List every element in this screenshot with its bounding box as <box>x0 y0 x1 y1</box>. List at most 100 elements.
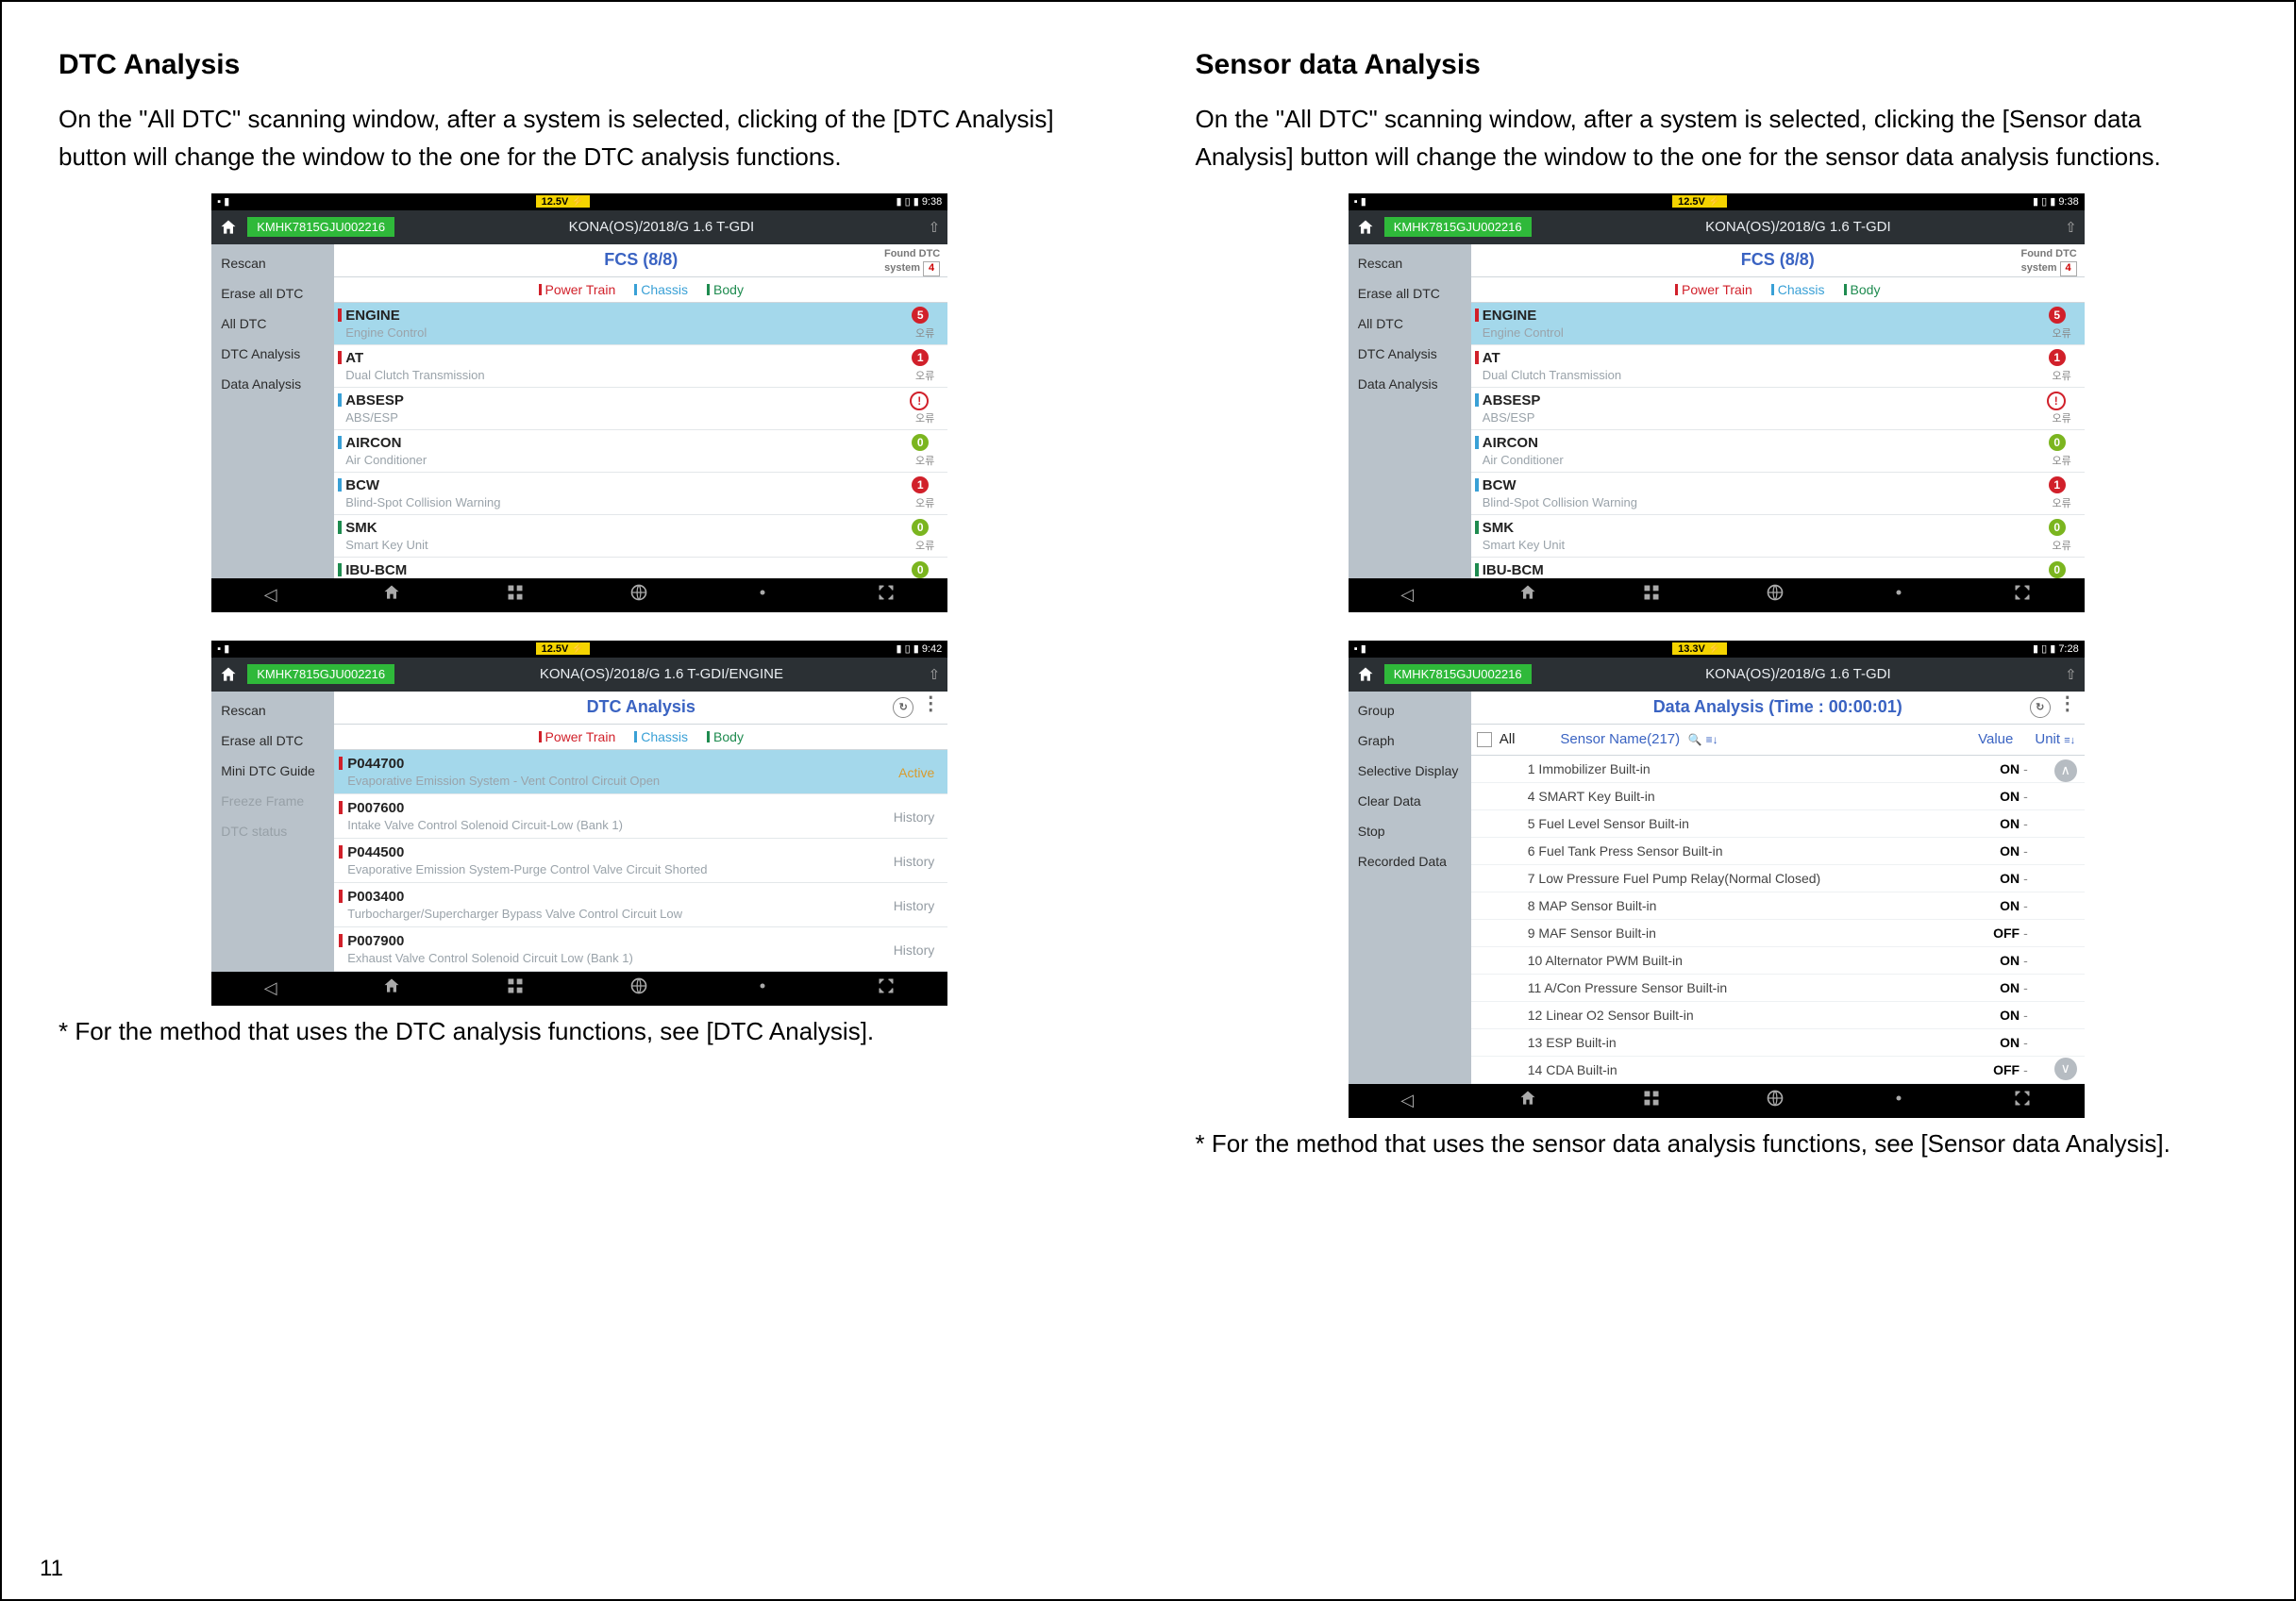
sidebar-item-erase-all-dtc[interactable]: Erase all DTC <box>211 278 334 309</box>
system-row-engine[interactable]: ENGINE Engine Control 5 오류 <box>334 303 947 345</box>
data-row[interactable]: 13 ESP Built-in ON- <box>1471 1029 2085 1057</box>
sidebar-item-selective-display[interactable]: Selective Display <box>1349 756 1471 786</box>
home-icon[interactable] <box>1518 1089 1537 1112</box>
home-icon[interactable] <box>1518 583 1537 607</box>
dtc-row-P007600[interactable]: P007600 Intake Valve Control Solenoid Ci… <box>334 794 947 839</box>
sidebar-item-stop[interactable]: Stop <box>1349 816 1471 846</box>
refresh-icon[interactable]: ↻ <box>893 697 913 718</box>
settings-icon[interactable] <box>1889 1089 1908 1112</box>
data-row[interactable]: 5 Fuel Level Sensor Built-in ON- <box>1471 810 2085 838</box>
expand-icon[interactable] <box>877 583 896 607</box>
settings-icon[interactable] <box>753 976 772 1000</box>
more-icon[interactable]: ⋮ <box>2058 697 2077 718</box>
system-row-at[interactable]: AT Dual Clutch Transmission 1 오류 <box>334 345 947 388</box>
sidebar-item-data-analysis[interactable]: Data Analysis <box>1349 369 1471 399</box>
pill-body[interactable]: Body <box>1844 282 1881 297</box>
more-icon[interactable]: ⋮ <box>921 697 940 718</box>
sidebar-item-rescan[interactable]: Rescan <box>211 695 334 725</box>
sidebar-item-erase-all-dtc[interactable]: Erase all DTC <box>1349 278 1471 309</box>
sidebar-item-dtc-analysis[interactable]: DTC Analysis <box>211 339 334 369</box>
sensor-name-header[interactable]: Sensor Name(217) 🔍 ≡↓ <box>1522 731 1959 747</box>
pill-power-train[interactable]: Power Train <box>539 282 616 297</box>
pill-body[interactable]: Body <box>707 729 744 744</box>
expand-icon[interactable] <box>877 976 896 1000</box>
back-icon[interactable]: ◁ <box>1400 585 1414 605</box>
dtc-row-P044700[interactable]: P044700 Evaporative Emission System - Ve… <box>334 750 947 794</box>
send-icon[interactable]: ⇧ <box>929 219 941 236</box>
system-row-smk[interactable]: SMK Smart Key Unit 0 오류 <box>334 515 947 558</box>
system-row-ibu-bcm[interactable]: IBU-BCM 0 <box>334 558 947 578</box>
settings-icon[interactable] <box>753 583 772 607</box>
home-icon[interactable] <box>1356 218 1375 237</box>
sidebar-item-rescan[interactable]: Rescan <box>211 248 334 278</box>
data-row[interactable]: 1 Immobilizer Built-in ON- <box>1471 756 2085 783</box>
system-row-bcw[interactable]: BCW Blind-Spot Collision Warning 1 오류 <box>334 473 947 515</box>
sidebar-item-erase-all-dtc[interactable]: Erase all DTC <box>211 725 334 756</box>
scroll-down-icon[interactable]: ∨ <box>2054 1058 2077 1080</box>
scroll-up-icon[interactable]: ∧ <box>2054 759 2077 782</box>
system-row-ibu-bcm[interactable]: IBU-BCM 0 <box>1471 558 2085 578</box>
refresh-icon[interactable]: ↻ <box>2030 697 2051 718</box>
system-row-bcw[interactable]: BCW Blind-Spot Collision Warning 1 오류 <box>1471 473 2085 515</box>
dtc-row-P007900[interactable]: P007900 Exhaust Valve Control Solenoid C… <box>334 927 947 972</box>
send-icon[interactable]: ⇧ <box>2065 219 2077 236</box>
sidebar-item-all-dtc[interactable]: All DTC <box>1349 309 1471 339</box>
globe-icon[interactable] <box>629 583 648 607</box>
data-row[interactable]: 10 Alternator PWM Built-in ON- <box>1471 947 2085 975</box>
sidebar-item-dtc-analysis[interactable]: DTC Analysis <box>1349 339 1471 369</box>
sidebar-item-clear-data[interactable]: Clear Data <box>1349 786 1471 816</box>
sidebar-item-mini-dtc-guide[interactable]: Mini DTC Guide <box>211 756 334 786</box>
sidebar-item-rescan[interactable]: Rescan <box>1349 248 1471 278</box>
sidebar-item-data-analysis[interactable]: Data Analysis <box>211 369 334 399</box>
apps-icon[interactable] <box>1642 1089 1661 1112</box>
pill-chassis[interactable]: Chassis <box>1771 282 1825 297</box>
sidebar-item-group[interactable]: Group <box>1349 695 1471 725</box>
apps-icon[interactable] <box>506 583 525 607</box>
sidebar-item-graph[interactable]: Graph <box>1349 725 1471 756</box>
data-row[interactable]: 4 SMART Key Built-in ON- <box>1471 783 2085 810</box>
expand-icon[interactable] <box>2013 1089 2032 1112</box>
send-icon[interactable]: ⇧ <box>2065 666 2077 683</box>
apps-icon[interactable] <box>506 976 525 1000</box>
data-row[interactable]: 7 Low Pressure Fuel Pump Relay(Normal Cl… <box>1471 865 2085 892</box>
home-icon[interactable] <box>382 976 401 1000</box>
home-icon[interactable] <box>219 218 238 237</box>
pill-body[interactable]: Body <box>707 282 744 297</box>
sort-icon[interactable]: ≡↓ <box>1706 733 1718 746</box>
data-row[interactable]: 14 CDA Built-in OFF- <box>1471 1057 2085 1084</box>
home-icon[interactable] <box>1356 665 1375 684</box>
unit-header[interactable]: Unit ≡↓ <box>2032 731 2079 747</box>
globe-icon[interactable] <box>1766 583 1785 607</box>
system-row-absesp[interactable]: ABSESP ABS/ESP ! 오류 <box>334 388 947 430</box>
data-row[interactable]: 12 Linear O2 Sensor Built-in ON- <box>1471 1002 2085 1029</box>
data-row[interactable]: 11 A/Con Pressure Sensor Built-in ON- <box>1471 975 2085 1002</box>
apps-icon[interactable] <box>1642 583 1661 607</box>
expand-icon[interactable] <box>2013 583 2032 607</box>
home-icon[interactable] <box>382 583 401 607</box>
system-row-at[interactable]: AT Dual Clutch Transmission 1 오류 <box>1471 345 2085 388</box>
dtc-row-P044500[interactable]: P044500 Evaporative Emission System-Purg… <box>334 839 947 883</box>
search-icon[interactable]: 🔍 <box>1687 733 1701 746</box>
system-row-engine[interactable]: ENGINE Engine Control 5 오류 <box>1471 303 2085 345</box>
system-row-aircon[interactable]: AIRCON Air Conditioner 0 오류 <box>1471 430 2085 473</box>
system-row-absesp[interactable]: ABSESP ABS/ESP ! 오류 <box>1471 388 2085 430</box>
send-icon[interactable]: ⇧ <box>929 666 941 683</box>
pill-chassis[interactable]: Chassis <box>634 282 688 297</box>
pill-power-train[interactable]: Power Train <box>539 729 616 744</box>
dtc-row-P003400[interactable]: P003400 Turbocharger/Supercharger Bypass… <box>334 883 947 927</box>
back-icon[interactable]: ◁ <box>1400 1091 1414 1110</box>
pill-chassis[interactable]: Chassis <box>634 729 688 744</box>
globe-icon[interactable] <box>1766 1089 1785 1112</box>
data-row[interactable]: 9 MAF Sensor Built-in OFF- <box>1471 920 2085 947</box>
select-all-checkbox[interactable] <box>1477 732 1492 747</box>
data-row[interactable]: 8 MAP Sensor Built-in ON- <box>1471 892 2085 920</box>
globe-icon[interactable] <box>629 976 648 1000</box>
sidebar-item-recorded-data[interactable]: Recorded Data <box>1349 846 1471 876</box>
pill-power-train[interactable]: Power Train <box>1675 282 1752 297</box>
home-icon[interactable] <box>219 665 238 684</box>
system-row-smk[interactable]: SMK Smart Key Unit 0 오류 <box>1471 515 2085 558</box>
sidebar-item-all-dtc[interactable]: All DTC <box>211 309 334 339</box>
back-icon[interactable]: ◁ <box>264 978 277 998</box>
settings-icon[interactable] <box>1889 583 1908 607</box>
back-icon[interactable]: ◁ <box>264 585 277 605</box>
